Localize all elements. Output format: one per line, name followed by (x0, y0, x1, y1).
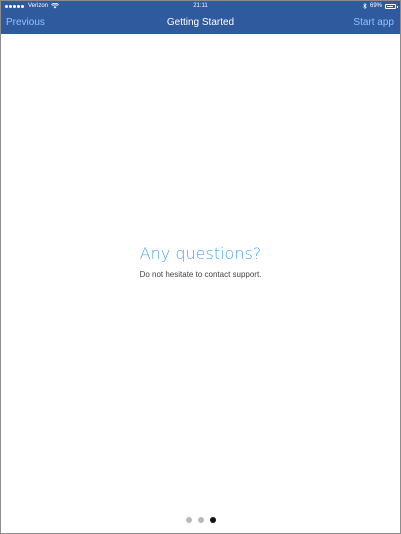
status-right: 69% (363, 3, 398, 9)
page-headline: Any questions? (139, 244, 262, 263)
nav-title: Getting Started (166, 17, 235, 28)
device-frame: Verizon 21:11 69% Previous Getting Start… (0, 0, 401, 534)
battery-icon (385, 3, 398, 9)
status-time: 21:11 (193, 3, 208, 9)
battery-percent: 69% (369, 3, 382, 9)
top-bar: Verizon 21:11 69% Previous Getting Start… (1, 1, 400, 34)
page-subtext: Do not hesitate to contact support. (139, 270, 262, 279)
page-dot-1[interactable] (185, 517, 192, 523)
bluetooth-icon (363, 3, 367, 9)
start-app-button[interactable]: Start app (353, 17, 394, 29)
status-bar: Verizon 21:11 69% (1, 1, 400, 11)
page-dot-2[interactable] (197, 517, 204, 523)
page-indicator[interactable] (1, 517, 400, 523)
onboarding-page: Any questions? Do not hesitate to contac… (1, 34, 400, 533)
navigation-bar: Previous Getting Started Start app (1, 11, 400, 34)
page-dot-3[interactable] (209, 517, 216, 523)
